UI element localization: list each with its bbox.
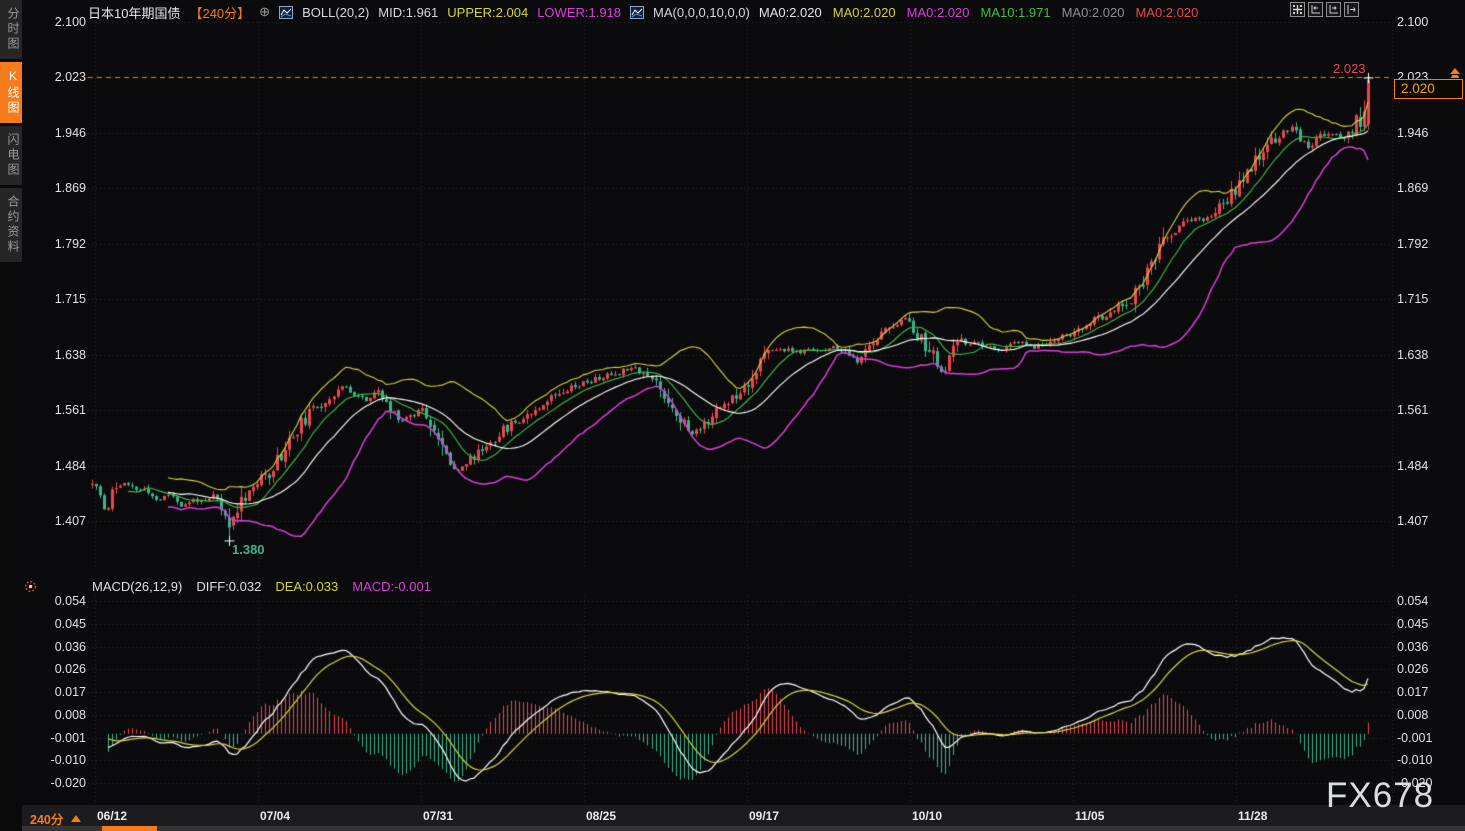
macd-tick-label: 0.008: [1397, 708, 1428, 722]
high-price-label: 2.023: [1333, 61, 1366, 76]
chart-header: 日本10年期国债 【240分】 ⊕ BOLL(20,2) MID:1.961 U…: [88, 3, 1198, 21]
ma-legend-value: MA0:2.020: [759, 5, 822, 20]
ma-legend-value: MA0:2.020: [1135, 5, 1198, 20]
boll-mid-value: MID:1.961: [378, 5, 438, 20]
macd-tick-label: 0.036: [30, 640, 86, 654]
price-tick-label: 1.946: [1397, 126, 1428, 140]
ma-legend: MA0:2.020 MA0:2.020 MA0:2.020 MA10:1.971 MA0…: [759, 5, 1198, 20]
instrument-title: 日本10年期国债: [88, 3, 180, 22]
boll-indicator-icon[interactable]: [279, 6, 293, 19]
low-price-label: 1.380: [232, 542, 265, 557]
price-tick-label: 1.484: [30, 459, 86, 473]
price-tick-label: 2.023: [30, 70, 86, 84]
zoom-axis-right-icon[interactable]: [1326, 2, 1341, 17]
ma-indicator-icon[interactable]: [630, 6, 644, 19]
price-tick-label: 1.638: [1397, 348, 1428, 362]
macd-label: MACD(26,12,9): [92, 579, 182, 594]
price-tick-label: 1.561: [30, 403, 86, 417]
price-tick-label: 1.946: [30, 126, 86, 140]
ma-legend-value: MA0:2.020: [1062, 5, 1125, 20]
macd-tick-label: -0.001: [30, 731, 86, 745]
ma-settings-label: MA(0,0,0,10,0,0): [653, 5, 750, 20]
macd-tick-label: 0.054: [30, 594, 86, 608]
chart-toolbar: [1290, 2, 1359, 17]
macd-tick-label: -0.010: [1397, 753, 1432, 767]
price-tick-label: 1.792: [1397, 237, 1428, 251]
price-tick-label: 1.407: [1397, 514, 1428, 528]
sidebar-tab-K线图[interactable]: K线图: [0, 62, 22, 123]
price-tick-label: 1.715: [1397, 292, 1428, 306]
zoom-axis-left-icon[interactable]: [1308, 2, 1323, 17]
macd-macd-value: MACD:-0.001: [352, 579, 431, 594]
macd-tick-label: -0.020: [30, 776, 86, 790]
sidebar-tab-分时图[interactable]: 分时图: [0, 0, 22, 59]
boll-label: BOLL(20,2): [302, 5, 369, 20]
ma-legend-value: MA10:1.971: [980, 5, 1050, 20]
sidebar-tabs: 分时图 K线图闪电图合约资料: [0, 0, 22, 262]
price-tick-label: 1.407: [30, 514, 86, 528]
sidebar-tab-闪电图[interactable]: 闪电图: [0, 126, 22, 185]
pan-right-icon[interactable]: [1344, 2, 1359, 17]
macd-tick-label: 0.008: [30, 708, 86, 722]
macd-tick-label: 0.017: [1397, 685, 1428, 699]
macd-tick-label: 0.017: [30, 685, 86, 699]
ma-legend-value: MA0:2.020: [907, 5, 970, 20]
link-icon[interactable]: ⊕: [259, 4, 270, 20]
macd-dea-value: DEA:0.033: [275, 579, 338, 594]
price-tick-label: 1.484: [1397, 459, 1428, 473]
macd-tick-label: 0.026: [30, 662, 86, 676]
macd-settings-icon[interactable]: [24, 580, 37, 598]
boll-lower-value: LOWER:1.918: [537, 5, 621, 20]
price-tick-label: 2.100: [1397, 15, 1428, 29]
sidebar-tab-合约资料[interactable]: 合约资料: [0, 188, 22, 262]
price-tick-label: 2.100: [30, 15, 86, 29]
sidebar: 分时图 K线图闪电图合约资料: [0, 0, 22, 831]
price-tick-label: 1.869: [1397, 181, 1428, 195]
macd-tick-label: 0.054: [1397, 594, 1428, 608]
macd-tick-label: -0.001: [1397, 731, 1432, 745]
move-crosshair-icon[interactable]: [1290, 2, 1305, 17]
scroll-to-latest-icon[interactable]: [1448, 68, 1462, 86]
macd-tick-label: 0.036: [1397, 640, 1428, 654]
price-tick-label: 1.869: [30, 181, 86, 195]
macd-tick-label: -0.010: [30, 753, 86, 767]
macd-tick-label: 0.045: [30, 617, 86, 631]
macd-header: MACD(26,12,9) DIFF:0.032 DEA:0.033 MACD:…: [92, 579, 431, 594]
macd-diff-value: DIFF:0.032: [196, 579, 261, 594]
ma-legend-value: MA0:2.020: [833, 5, 896, 20]
price-tick-label: 1.792: [30, 237, 86, 251]
trading-app: 分时图 K线图闪电图合约资料 日本10年期国债 【240分】 ⊕ BOLL(20,…: [0, 0, 1465, 831]
price-tick-label: 1.561: [1397, 403, 1428, 417]
price-tick-label: 1.638: [30, 348, 86, 362]
boll-upper-value: UPPER:2.004: [447, 5, 528, 20]
period-badge[interactable]: 【240分】: [189, 3, 250, 22]
macd-tick-label: 0.045: [1397, 617, 1428, 631]
price-tick-label: 1.715: [30, 292, 86, 306]
chart-canvas[interactable]: [0, 0, 1465, 831]
macd-tick-label: 0.026: [1397, 662, 1428, 676]
watermark: FX678: [1326, 776, 1434, 816]
